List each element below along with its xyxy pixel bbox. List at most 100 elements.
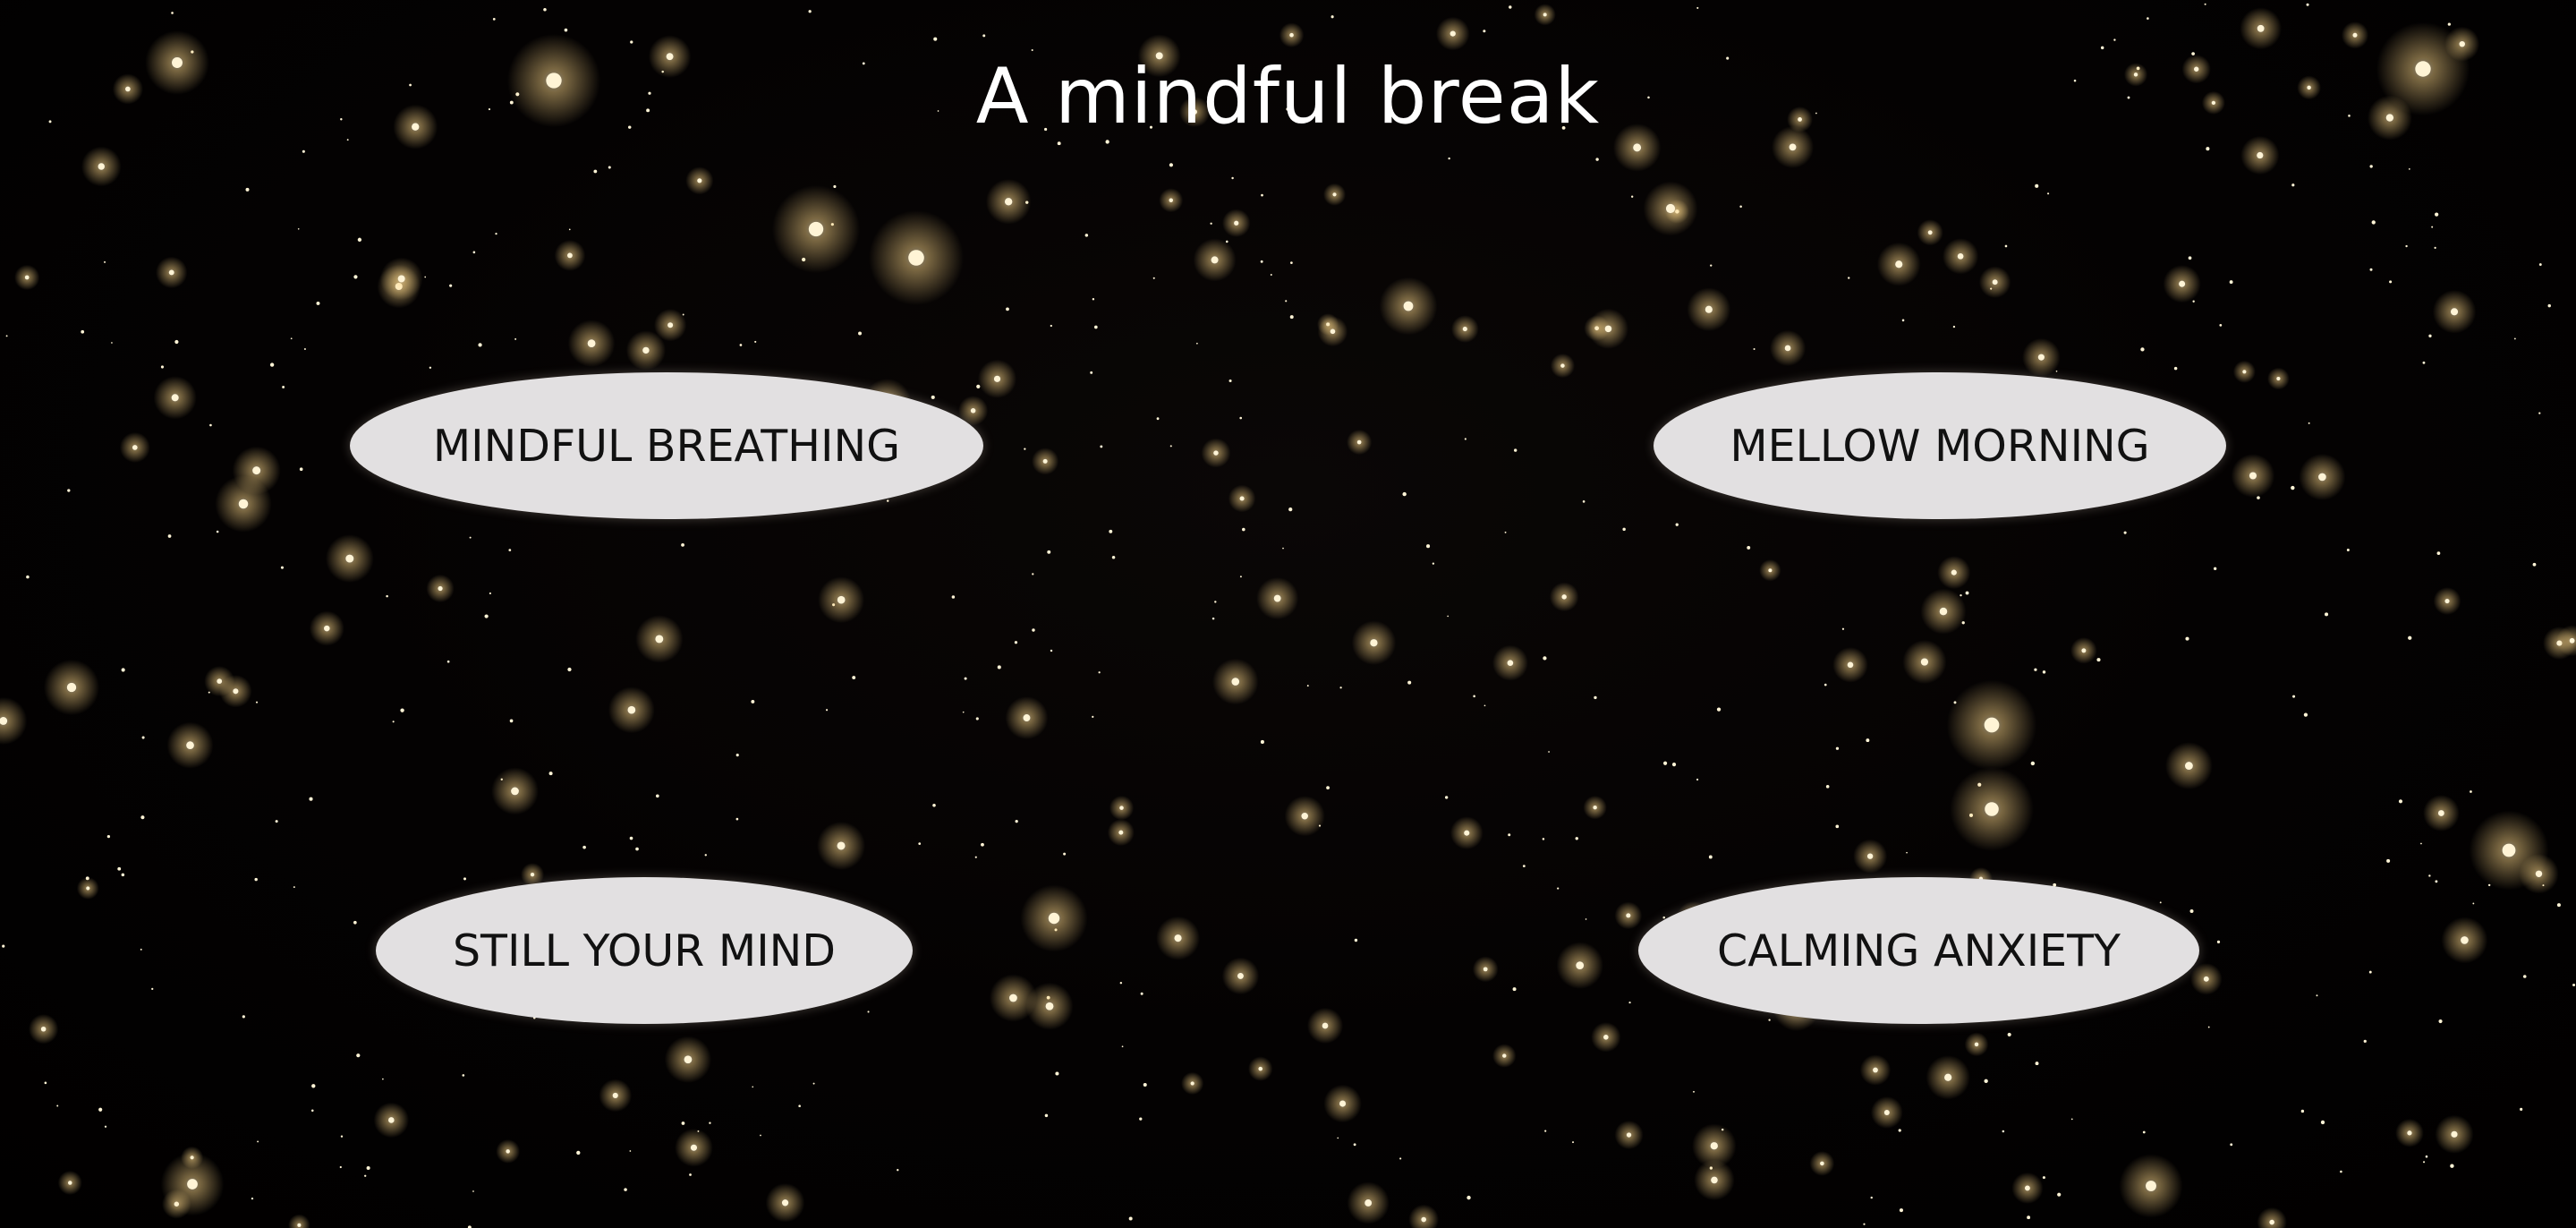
star (1696, 778, 1699, 781)
star (635, 847, 639, 851)
mellow-morning-button[interactable]: MELLOW MORNING (1654, 372, 2226, 519)
star (1045, 1002, 1054, 1011)
star (67, 489, 71, 492)
star (2096, 658, 2101, 662)
star (5, 335, 8, 337)
star (2203, 976, 2209, 982)
star (1473, 695, 1475, 698)
star (2435, 880, 2438, 883)
star (918, 842, 922, 846)
still-your-mind-button[interactable]: STILL YOUR MIND (376, 877, 913, 1024)
mindful-breathing-button[interactable]: MINDFUL BREATHING (350, 372, 983, 519)
star (970, 408, 976, 414)
star (141, 736, 145, 739)
star (2438, 1019, 2443, 1024)
star (2189, 909, 2194, 914)
star (104, 1125, 107, 1128)
star (593, 169, 598, 174)
star (1716, 707, 1722, 712)
star (1557, 887, 1560, 890)
star (81, 329, 85, 334)
star (1048, 912, 1060, 925)
star (511, 787, 519, 796)
star (106, 834, 111, 839)
star (655, 794, 659, 798)
star (2547, 303, 2551, 308)
star (1174, 934, 1182, 942)
star (282, 386, 285, 388)
star (1444, 796, 1449, 799)
star (429, 366, 432, 370)
star (111, 342, 113, 344)
star (1696, 6, 1699, 9)
star (1111, 555, 1116, 559)
star (2363, 1039, 2367, 1043)
star (66, 682, 77, 693)
star (216, 530, 219, 533)
star (280, 566, 284, 569)
star (1768, 1019, 1771, 1021)
star (2024, 1185, 2030, 1191)
star (1057, 141, 1061, 146)
star (275, 820, 278, 823)
star (187, 1179, 198, 1190)
star (364, 1174, 367, 1177)
star (2042, 670, 2046, 674)
star (1548, 751, 1550, 753)
star (1143, 1082, 1147, 1087)
star (1671, 763, 1677, 767)
star (68, 1181, 72, 1185)
star (684, 1055, 693, 1064)
star-glow (2257, 1207, 2287, 1228)
star (2142, 1130, 2146, 1134)
star (2422, 361, 2426, 364)
star (1289, 315, 1294, 320)
star (1594, 695, 1597, 700)
star (690, 1144, 698, 1151)
star (1339, 1100, 1347, 1107)
star (1448, 157, 1450, 160)
star (1630, 195, 1634, 198)
star (2408, 168, 2410, 170)
star (1288, 507, 1293, 512)
star (608, 166, 611, 169)
star (1118, 830, 1124, 835)
star (340, 1135, 344, 1138)
star (2216, 940, 2221, 943)
star (754, 340, 757, 343)
star (642, 346, 650, 354)
star (2318, 473, 2326, 482)
star (1508, 833, 1511, 837)
star (897, 1169, 899, 1172)
star (1228, 379, 1232, 383)
star (1044, 1113, 1049, 1118)
star (2179, 280, 2186, 287)
star (826, 709, 829, 712)
star (2423, 1161, 2426, 1164)
star (2420, 842, 2422, 845)
starfield-image (0, 3, 2576, 1228)
calming-anxiety-button[interactable]: CALMING ANXIETY (1638, 877, 2199, 1024)
star (2037, 354, 2045, 361)
star (1944, 1073, 1952, 1081)
star (1050, 324, 1052, 328)
star (299, 467, 303, 472)
star (1951, 569, 1957, 576)
star (1402, 491, 1407, 497)
star (310, 1109, 314, 1113)
star (1024, 448, 1026, 450)
star (86, 886, 90, 891)
star (1447, 615, 1450, 618)
mellow-morning-label: MELLOW MORNING (1730, 420, 2150, 472)
star (2572, 984, 2576, 987)
star (1231, 678, 1240, 686)
star (2300, 1109, 2305, 1113)
star (2407, 1130, 2412, 1136)
star (576, 1150, 581, 1156)
star (1747, 545, 1751, 550)
star (1585, 918, 1587, 920)
star (1847, 661, 1854, 669)
star (2522, 975, 2527, 978)
star (2461, 936, 2469, 944)
star (1258, 1066, 1263, 1071)
